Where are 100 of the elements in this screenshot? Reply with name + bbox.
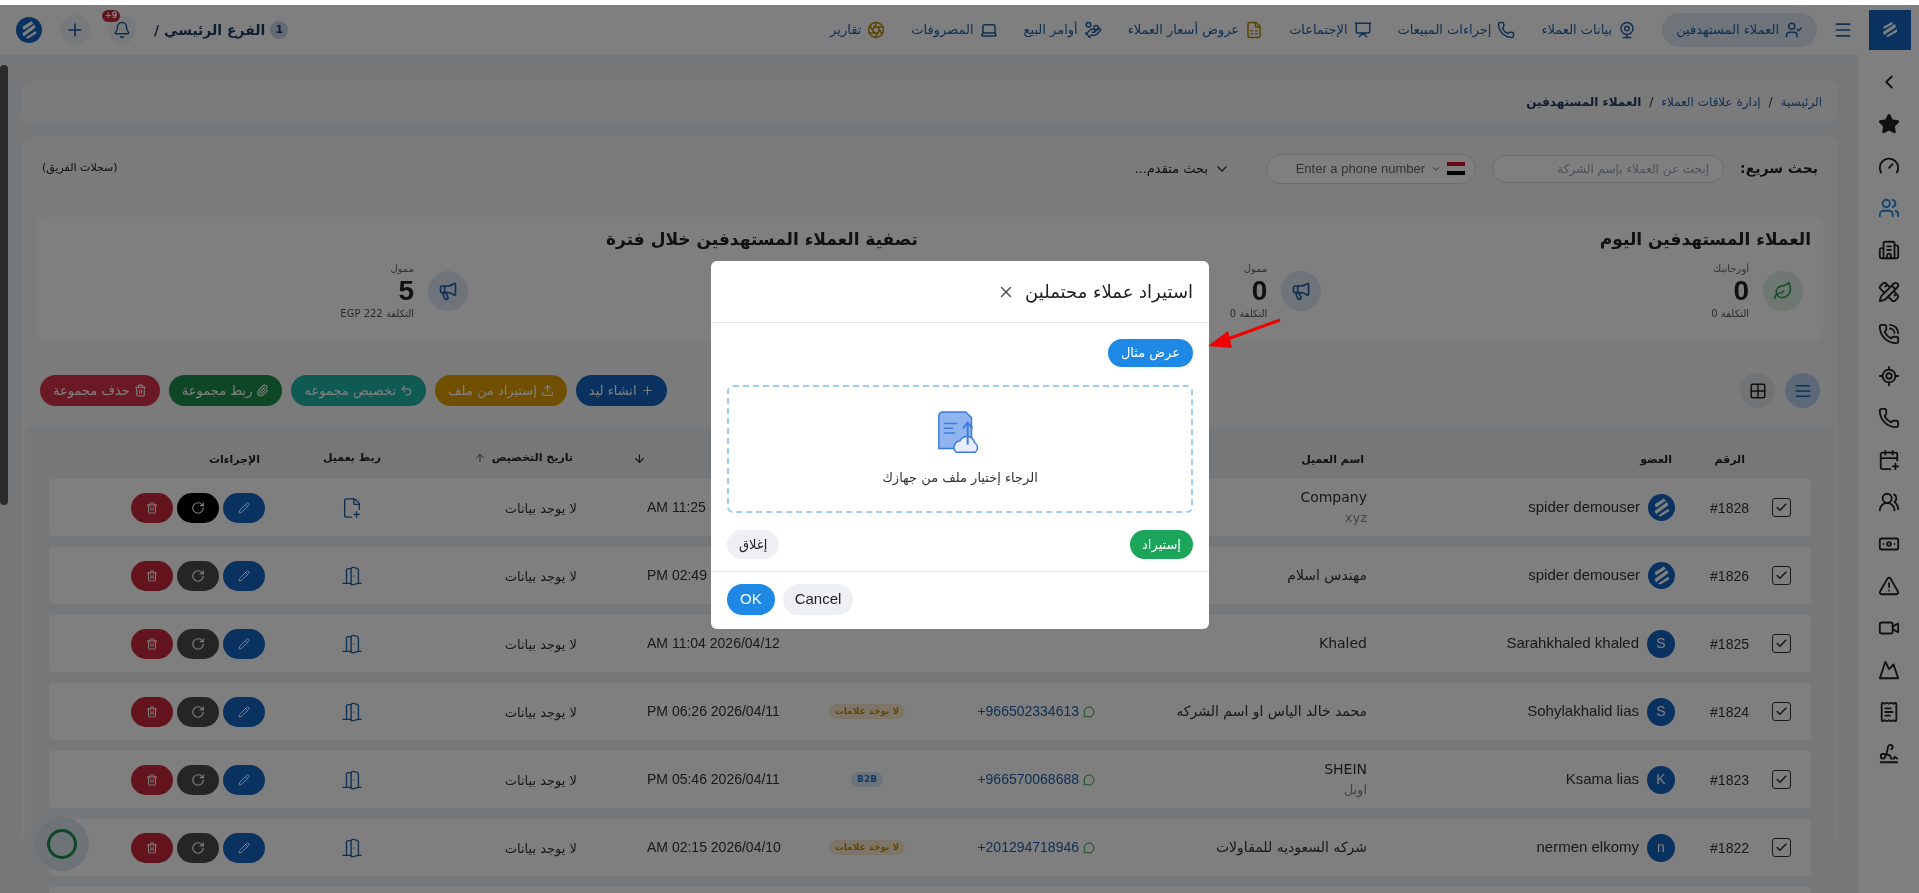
delete-button[interactable]: حذف مجموعة xyxy=(40,375,160,406)
breadcrumb-link[interactable]: إدارة علاقات العملاء xyxy=(1661,92,1761,111)
refresh-button[interactable] xyxy=(177,628,219,659)
door-icon[interactable] xyxy=(341,700,363,723)
refresh-button[interactable] xyxy=(177,492,219,523)
file-plus-icon[interactable] xyxy=(341,496,363,519)
show-example-button[interactable]: عرض مثال xyxy=(1107,339,1193,367)
member-name: Sarahkhaled khaled xyxy=(1506,633,1639,654)
aperture-icon xyxy=(867,21,886,39)
nav-tab[interactable]: أوامر البيع xyxy=(1023,13,1102,47)
delete-button[interactable] xyxy=(131,832,173,863)
delete-button[interactable] xyxy=(131,628,173,659)
phone-link[interactable]: +966570068688 xyxy=(977,769,1079,790)
phone-placeholder: Enter a phone number xyxy=(1295,159,1426,178)
trash-icon xyxy=(146,705,158,718)
member-name: nermen elkomy xyxy=(1536,837,1639,858)
table-cell: لا يوجد بيانات xyxy=(504,636,577,652)
row-checkbox[interactable] xyxy=(1772,566,1791,585)
trash-icon xyxy=(146,501,158,514)
sort-arrow-icon[interactable] xyxy=(633,451,646,465)
grid-view-button[interactable] xyxy=(1740,373,1775,408)
phone-link[interactable]: +966502334613 xyxy=(977,701,1079,722)
paperclip-icon xyxy=(256,384,270,397)
member-name: Sohylakhalid lias xyxy=(1527,701,1639,722)
refresh-icon xyxy=(191,704,205,719)
nav-tab[interactable]: تقارير xyxy=(830,13,886,47)
file-dropzone[interactable]: الرجاء إختيار ملف من جهازك xyxy=(727,384,1193,513)
undo-icon xyxy=(400,384,414,397)
row-checkbox[interactable] xyxy=(1772,498,1791,517)
table-cell: #1828 xyxy=(1710,499,1749,516)
edit-button[interactable] xyxy=(223,832,265,863)
pencil-ruler-icon[interactable] xyxy=(1877,281,1900,303)
row-checkbox[interactable] xyxy=(1772,634,1791,653)
advanced-search-link[interactable]: بحث متقدم... xyxy=(1134,158,1209,179)
table-cell: لا يوجد بيانات xyxy=(504,500,577,516)
refresh-button[interactable] xyxy=(177,764,219,795)
phone-link[interactable]: +201294718946 xyxy=(977,837,1079,858)
edit-button[interactable] xyxy=(223,628,265,659)
group-icon[interactable] xyxy=(1877,491,1900,513)
refresh-button[interactable] xyxy=(177,560,219,591)
link-button[interactable]: ربط مجموعة xyxy=(168,375,283,406)
door-icon[interactable] xyxy=(341,632,363,655)
search-label: بحث سريع: xyxy=(1740,159,1818,179)
warning-icon[interactable] xyxy=(1877,575,1900,597)
delete-button[interactable] xyxy=(131,696,173,727)
ok-button[interactable]: OK xyxy=(727,584,775,615)
edit-button[interactable] xyxy=(223,764,265,795)
edit-button[interactable] xyxy=(223,696,265,727)
nav-tab[interactable]: عروض أسعار العملاء xyxy=(1127,13,1264,47)
notification-button[interactable] xyxy=(108,16,136,44)
table-cell: #1824 xyxy=(1710,703,1749,720)
calendar-icon[interactable] xyxy=(1877,449,1900,471)
create-button[interactable]: انشاء ليد xyxy=(575,375,667,406)
users-icon[interactable] xyxy=(1877,197,1900,219)
phone-field[interactable]: Enter a phone number xyxy=(1266,153,1477,184)
star-icon[interactable] xyxy=(1877,113,1900,135)
column-header: ربط بعميل xyxy=(322,449,382,466)
refresh-icon xyxy=(191,840,205,855)
row-checkbox[interactable] xyxy=(1772,770,1791,789)
import-button[interactable]: إستيراد xyxy=(1130,529,1193,559)
nav-tab[interactable]: العملاء المستهدفين xyxy=(1662,13,1817,47)
client-name: Company xyxy=(1300,488,1367,508)
import-button[interactable]: إستيراد من ملف xyxy=(435,375,567,406)
breadcrumb-link[interactable]: الرئيسية xyxy=(1780,92,1822,111)
nav-tab[interactable]: بيانات العملاء xyxy=(1541,13,1637,47)
signature-icon[interactable] xyxy=(1877,743,1900,765)
add-button[interactable] xyxy=(60,15,90,45)
refresh-button[interactable] xyxy=(177,832,219,863)
list-view-button[interactable] xyxy=(1785,373,1820,408)
cancel-button[interactable]: Cancel xyxy=(782,584,854,615)
nav-tab[interactable]: الإجتماعات xyxy=(1289,13,1372,47)
assign-button[interactable]: تخصيص مجموعه xyxy=(291,375,427,406)
table-cell-text: PM 05:46 2026/04/11 xyxy=(647,770,780,789)
door-icon[interactable] xyxy=(341,836,363,859)
mountain-icon[interactable] xyxy=(1877,659,1900,681)
phone-call-icon[interactable] xyxy=(1877,323,1900,345)
row-checkbox[interactable] xyxy=(1772,702,1791,721)
delete-button[interactable] xyxy=(131,492,173,523)
branch-name[interactable]: الفرع الرئيسي / xyxy=(154,19,266,41)
menu-icon[interactable] xyxy=(1833,20,1853,40)
logo-avatar xyxy=(1648,494,1675,521)
phone-icon[interactable] xyxy=(1877,407,1900,429)
whatsapp-icon xyxy=(1083,705,1095,718)
edit-button[interactable] xyxy=(223,560,265,591)
close-button[interactable]: إغلاق xyxy=(727,529,780,559)
door-icon[interactable] xyxy=(341,564,363,587)
app-logo[interactable] xyxy=(1869,10,1911,50)
refresh-button[interactable] xyxy=(177,696,219,727)
row-checkbox[interactable] xyxy=(1772,838,1791,857)
building-icon[interactable] xyxy=(1877,239,1900,261)
crosshair-icon[interactable] xyxy=(1877,365,1900,387)
door-icon[interactable] xyxy=(341,768,363,791)
delete-button[interactable] xyxy=(131,764,173,795)
delete-button[interactable] xyxy=(131,560,173,591)
nav-tab[interactable]: المصروفات xyxy=(911,13,998,47)
stat-cost: التكلفة 0 xyxy=(1711,306,1749,321)
edit-button[interactable] xyxy=(223,492,265,523)
table-cell: لا يوجد بيانات xyxy=(504,704,577,720)
nav-tab[interactable]: إجراءات المبيعات xyxy=(1397,13,1516,47)
team-records-label[interactable]: (سجلات الفريق) xyxy=(42,160,118,177)
